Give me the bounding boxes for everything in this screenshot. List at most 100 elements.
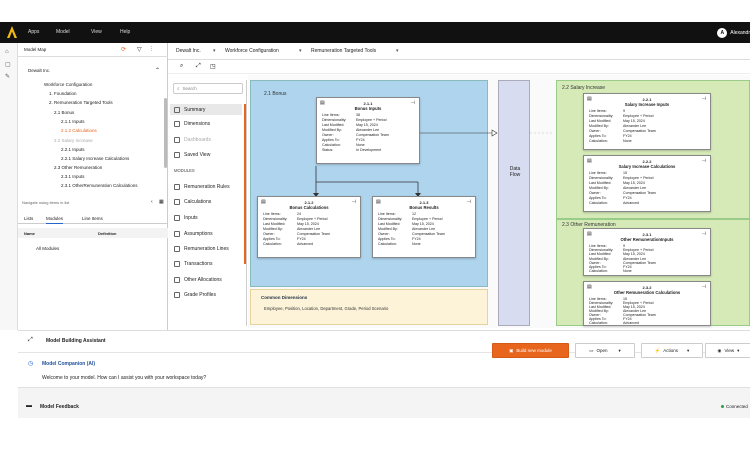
detail-value: May 15, 2024 bbox=[356, 123, 378, 127]
detail-key: Calculation: bbox=[378, 242, 397, 246]
menu-model[interactable]: Model bbox=[56, 29, 70, 35]
nav-module[interactable]: Other Allocations bbox=[174, 277, 222, 283]
card-bonus-results[interactable]: ▤ ⊣ 2.1.3 Bonus Results Line Items: 12 Dim… bbox=[372, 196, 476, 258]
chevron-down-icon[interactable]: ▾ bbox=[213, 48, 216, 54]
detail-value: Compensation Team bbox=[297, 232, 330, 236]
detail-value: May 15, 2024 bbox=[297, 222, 319, 226]
open-icon: ▭ bbox=[589, 347, 594, 353]
fit-icon[interactable]: ⤢ bbox=[196, 63, 201, 70]
tree-scrollbar[interactable] bbox=[164, 98, 167, 168]
tree-item[interactable]: 2. Remuneration Targeted Tools bbox=[49, 100, 113, 105]
nav-module[interactable]: Inputs bbox=[174, 215, 198, 221]
chevron-down-icon: ▾ bbox=[618, 347, 621, 353]
feedback-label[interactable]: Model Feedback bbox=[40, 404, 79, 410]
nav-module[interactable]: Remuneration Rules bbox=[174, 184, 230, 190]
tab-lists[interactable]: Lists bbox=[24, 216, 33, 221]
search-input[interactable]: ⌕ Search bbox=[173, 83, 243, 94]
tree-item[interactable]: 2.2.1 Inputs bbox=[61, 147, 85, 152]
more-icon[interactable]: ⋮ bbox=[149, 46, 154, 52]
detail-value: FY24 bbox=[412, 237, 421, 241]
detail-value: 24 bbox=[297, 212, 301, 216]
nav-label: Other Allocations bbox=[184, 277, 222, 283]
detail-key: Calculation: bbox=[589, 139, 608, 143]
eye-icon: ◉ bbox=[717, 347, 722, 353]
modules-table-header: Name Definition bbox=[18, 228, 168, 238]
detail-value: 38 bbox=[356, 113, 360, 117]
tree-item-selected[interactable]: 2.1.2 Calculations bbox=[61, 128, 97, 133]
nav-module[interactable]: Grade Profiles bbox=[174, 292, 216, 298]
column-name: Name bbox=[24, 231, 35, 236]
nav-dimensions[interactable]: Dimensions bbox=[174, 121, 210, 127]
detail-value: None bbox=[623, 269, 632, 274]
ai-icon: ◷ bbox=[28, 361, 34, 367]
tree-item[interactable]: 2.1 Bonus bbox=[54, 110, 74, 115]
chevron-left-icon[interactable]: ‹ bbox=[151, 199, 153, 205]
menu-help[interactable]: Help bbox=[120, 29, 130, 35]
refresh-icon[interactable]: ⟳ bbox=[121, 46, 126, 53]
modules-heading: MODULES bbox=[174, 168, 195, 173]
card-bonus-inputs[interactable]: ▤ ⊣ 2.1.1 Bonus Inputs Line Items: 38 Dime… bbox=[316, 97, 420, 164]
user-menu[interactable]: A Alexandr bbox=[717, 26, 750, 39]
open-button[interactable]: ▭ Open ▾ bbox=[575, 343, 635, 358]
grid-icon[interactable]: ▦ bbox=[159, 199, 164, 205]
menu-apps[interactable]: Apps bbox=[28, 29, 39, 35]
detail-value: FY24 bbox=[297, 237, 306, 241]
nav-module[interactable]: Transactions bbox=[174, 261, 212, 267]
build-new-module-button[interactable]: ▣ Build new module bbox=[492, 343, 569, 358]
breadcrumb-item[interactable]: Dewalt Inc. bbox=[176, 48, 201, 54]
rail-home-icon[interactable]: ⌂ bbox=[5, 49, 9, 55]
detail-value: Employee + Period bbox=[623, 114, 654, 118]
tab-line-items[interactable]: Line Items bbox=[82, 216, 103, 221]
tree-item[interactable]: 2.1.1 Inputs bbox=[61, 119, 85, 124]
detail-value: Compensation Team bbox=[623, 129, 656, 133]
rail-page-icon[interactable]: ▢ bbox=[5, 61, 11, 68]
detail-value: Compensation Team bbox=[356, 133, 389, 137]
card-title: Salary Increase Inputs bbox=[624, 102, 670, 107]
breadcrumb-item[interactable]: Remuneration Targeted Tools bbox=[311, 48, 376, 54]
actions-button[interactable]: ⚡ Actions ▾ bbox=[641, 343, 703, 358]
tree-item[interactable]: Dewalt Inc. bbox=[28, 68, 50, 73]
nav-label: Grade Profiles bbox=[184, 292, 216, 298]
tree-item[interactable]: Workforce Configuration bbox=[44, 82, 92, 87]
filter-icon[interactable]: ▽ bbox=[137, 46, 142, 53]
nav-module[interactable]: Calculations bbox=[174, 199, 211, 205]
layout-icon[interactable]: ◳ bbox=[210, 63, 216, 70]
expand-icon[interactable]: ⤢ bbox=[28, 337, 33, 344]
app-logo-icon[interactable] bbox=[6, 25, 18, 39]
nav-module[interactable]: Assumptions bbox=[174, 231, 213, 237]
chevron-down-icon[interactable]: ▾ bbox=[299, 48, 302, 54]
tree-item[interactable]: 1. Foundation bbox=[49, 91, 77, 96]
nav-summary[interactable]: Summary bbox=[170, 104, 242, 115]
tree-item[interactable]: 2.3 Other Remuneration bbox=[54, 165, 102, 170]
chevron-down-icon[interactable]: ▾ bbox=[396, 48, 399, 54]
collapse-chevron-icon[interactable]: ⌃ bbox=[155, 67, 160, 74]
tree-item[interactable]: 2.2 Salary Increase bbox=[54, 138, 93, 143]
zoom-icon[interactable]: ⌕ bbox=[180, 63, 183, 70]
detail-value: 9 bbox=[623, 109, 625, 113]
tree-item[interactable]: 2.2.1 Salary Increase Calculations bbox=[61, 156, 129, 161]
breadcrumb-item[interactable]: Workforce Configuration bbox=[225, 48, 279, 54]
detail-value: Alexander Lee bbox=[623, 186, 647, 190]
rail-tools-icon[interactable]: ✎ bbox=[5, 73, 10, 80]
feedback-icon[interactable]: ▬ bbox=[26, 403, 32, 409]
menu-view[interactable]: View bbox=[91, 29, 102, 35]
view-button[interactable]: ◉ View ▾ bbox=[705, 343, 750, 358]
nav-scrollbar[interactable] bbox=[244, 104, 246, 264]
nav-module[interactable]: Remuneration Lines bbox=[174, 246, 229, 252]
tree-item[interactable]: 2.3.1 Inputs bbox=[61, 174, 85, 179]
nav-label: Transactions bbox=[184, 261, 213, 267]
nav-dashboards[interactable]: Dashboards bbox=[174, 137, 211, 143]
lightning-icon: ⚡ bbox=[654, 347, 661, 353]
tab-modules[interactable]: Modules bbox=[46, 216, 64, 224]
module-icon bbox=[174, 292, 180, 298]
card-salary-calculations[interactable]: ▤ ⊣ 2.2.2 Salary Increase Calculations Li… bbox=[583, 155, 711, 212]
card-bonus-calculations[interactable]: ▤ ⊣ 2.1.2 Bonus Calculations Line Items: 2… bbox=[257, 196, 361, 258]
nav-saved-view[interactable]: Saved View bbox=[174, 152, 210, 158]
card-other-calculations[interactable]: ▤ ⊣ 2.3.2 Other Remuneration Calculations… bbox=[583, 281, 711, 326]
card-other-inputs[interactable]: ▤ ⊣ 2.3.1 Other RemunerationInputs Line I… bbox=[583, 228, 711, 276]
table-row[interactable]: All Modules bbox=[36, 246, 59, 251]
tree-item[interactable]: 2.3.1 OtherRemuneration Calculations bbox=[61, 183, 138, 188]
card-salary-inputs[interactable]: ▤ ⊣ 2.2.1 Salary Increase Inputs Line Ite… bbox=[583, 93, 711, 150]
module-icon bbox=[174, 231, 180, 237]
detail-value: Employee + Period bbox=[297, 217, 328, 221]
